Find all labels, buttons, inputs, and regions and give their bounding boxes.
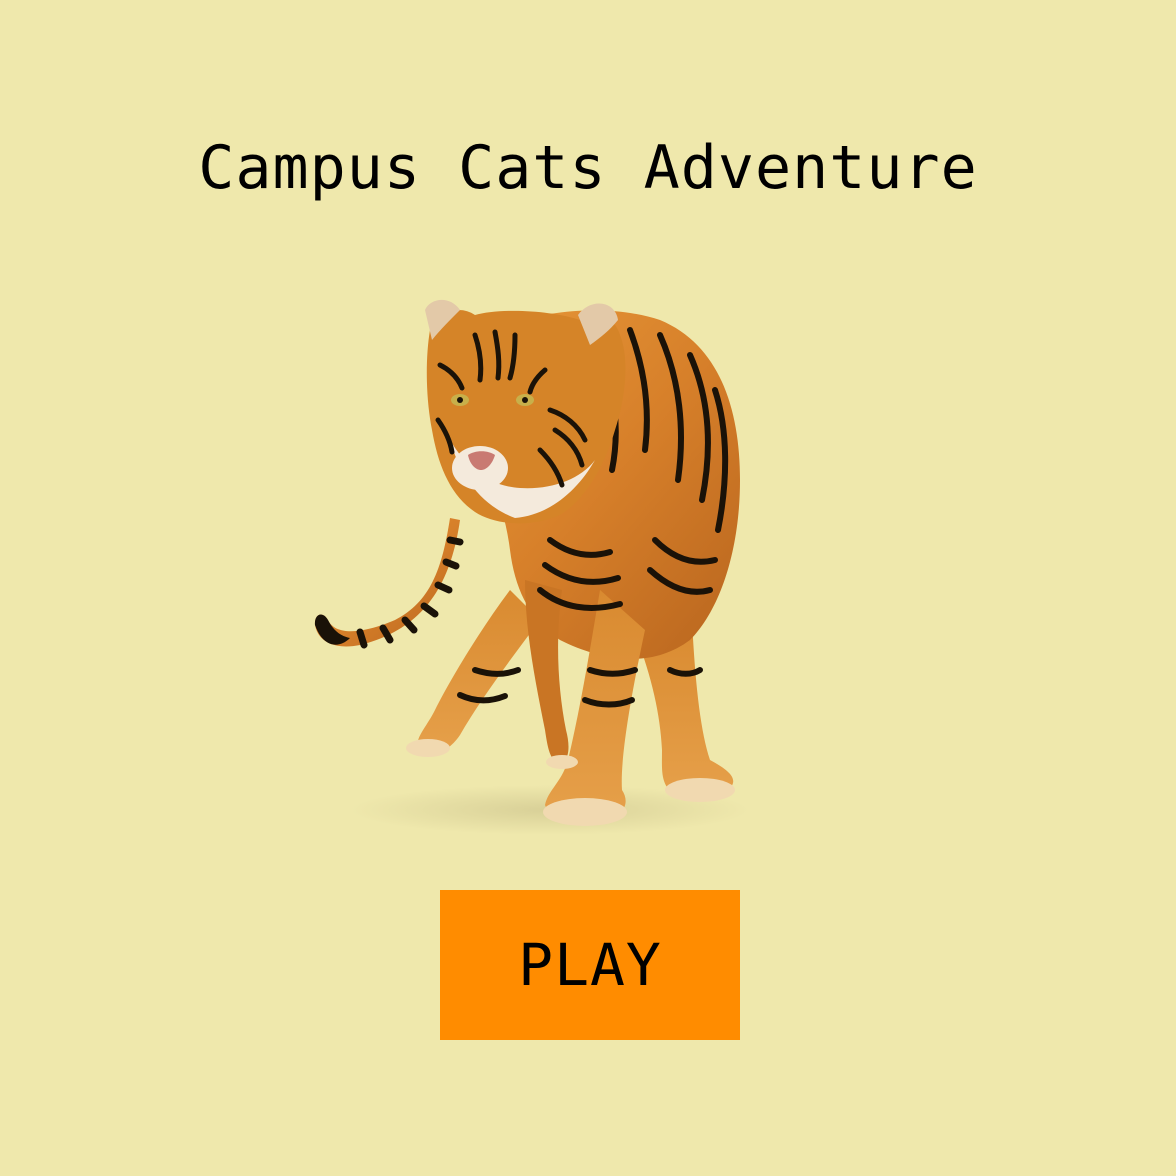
play-button[interactable]: PLAY: [440, 890, 740, 1040]
tiger-illustration: [314, 299, 750, 835]
game-title: Campus Cats Adventure: [198, 133, 978, 203]
tiger-image: [300, 290, 770, 850]
